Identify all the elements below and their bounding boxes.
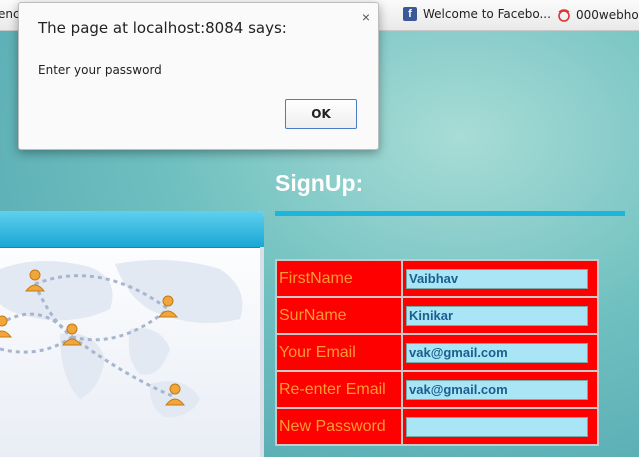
000webhost-icon: [558, 9, 570, 22]
bookmark-item-facebook[interactable]: f Welcome to Facebo...: [403, 7, 551, 21]
bookmark-label: 000webhost...: [576, 8, 639, 22]
panel-edge: [260, 247, 264, 457]
form-row-reenter-email: Re-enter Email vak@gmail.com: [277, 372, 597, 407]
bookmark-label: Welcome to Facebo...: [423, 7, 551, 21]
close-icon[interactable]: ×: [362, 9, 370, 25]
field-label: SurName: [277, 298, 401, 333]
dialog-title: The page at localhost:8084 says:: [38, 19, 287, 37]
heading-underline: [275, 211, 625, 216]
facebook-icon: f: [403, 7, 417, 21]
firstname-input[interactable]: Vaibhav: [406, 268, 588, 289]
form-row-surname: SurName Kinikar: [277, 298, 597, 333]
field-label: FirstName: [277, 261, 401, 296]
bookmark-label: enc: [0, 7, 20, 21]
field-label: New Password: [277, 409, 401, 444]
email-input[interactable]: vak@gmail.com: [406, 342, 588, 363]
form-row-password: New Password: [277, 409, 597, 444]
signup-form-table: FirstName Vaibhav SurName Kinikar Your E…: [275, 259, 599, 446]
dialog-message: Enter your password: [38, 63, 162, 77]
ok-button[interactable]: OK: [285, 99, 357, 129]
field-label: Your Email: [277, 335, 401, 370]
bookmark-item-000webhost[interactable]: 000webhost...: [556, 7, 639, 23]
form-row-email: Your Email vak@gmail.com: [277, 335, 597, 370]
network-map-illustration: [0, 260, 243, 418]
panel-header: [0, 211, 264, 248]
password-input[interactable]: [406, 416, 588, 437]
network-map-panel: [0, 211, 264, 457]
field-label: Re-enter Email: [277, 372, 401, 407]
bookmark-item-partial[interactable]: enc: [0, 7, 20, 21]
form-row-firstname: FirstName Vaibhav: [277, 261, 597, 296]
signup-heading: SignUp:: [275, 170, 364, 196]
alert-dialog: The page at localhost:8084 says: × Enter…: [18, 2, 379, 150]
reenter-email-input[interactable]: vak@gmail.com: [406, 379, 588, 400]
surname-input[interactable]: Kinikar: [406, 305, 588, 326]
world-network-map: [0, 249, 260, 457]
